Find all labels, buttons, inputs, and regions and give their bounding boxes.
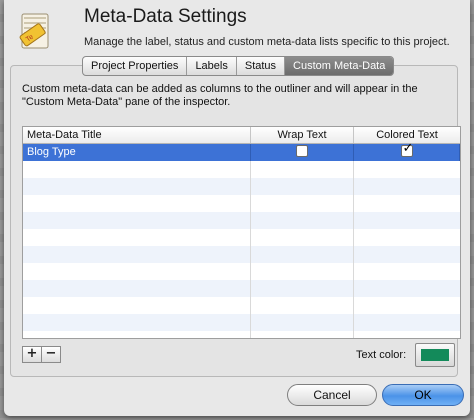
dialog-title: Meta-Data Settings <box>84 6 247 27</box>
table-cell-empty <box>354 212 460 229</box>
table-cell-empty <box>251 178 354 195</box>
table-cell-empty <box>23 246 251 263</box>
table-cell-empty <box>354 178 460 195</box>
table-row-empty <box>23 297 460 314</box>
remove-meta-data-button[interactable]: − <box>42 346 61 363</box>
table-cell-empty <box>251 195 354 212</box>
table-body: Blog Type ✓ <box>23 141 460 338</box>
meta-data-table: Meta-Data Title Wrap Text Colored Text B… <box>22 126 461 339</box>
tab-bar: Project Properties Labels Status Custom … <box>82 56 395 76</box>
table-cell-empty <box>251 229 354 246</box>
table-row-empty <box>23 331 460 338</box>
scrivener-app-icon: Te <box>19 13 49 49</box>
table-cell-empty <box>23 314 251 331</box>
table-cell-empty <box>354 280 460 297</box>
table-cell-empty <box>23 161 251 178</box>
tab-project-properties[interactable]: Project Properties <box>83 57 188 75</box>
table-header: Meta-Data Title Wrap Text Colored Text <box>23 127 460 144</box>
table-row-empty <box>23 178 460 195</box>
custom-meta-data-description: Custom meta-data can be added as columns… <box>22 83 418 108</box>
wrap-text-cell <box>251 144 354 161</box>
colored-text-cell: ✓ <box>354 141 460 161</box>
add-meta-data-button[interactable]: + <box>22 346 42 363</box>
table-cell-empty <box>251 161 354 178</box>
table-row-empty <box>23 195 460 212</box>
text-color-well[interactable] <box>415 343 455 367</box>
text-color-swatch <box>421 349 449 361</box>
table-row-empty <box>23 212 460 229</box>
table-row[interactable]: Blog Type ✓ <box>23 141 460 161</box>
table-cell-empty <box>354 297 460 314</box>
table-cell-empty <box>354 314 460 331</box>
tab-labels[interactable]: Labels <box>187 57 237 75</box>
text-color-label: Text color: <box>356 349 407 361</box>
table-cell-empty <box>251 297 354 314</box>
wrap-text-checkbox[interactable] <box>296 145 308 158</box>
table-cell-empty <box>23 229 251 246</box>
table-cell-empty <box>251 246 354 263</box>
table-cell-empty <box>251 263 354 280</box>
ok-button[interactable]: OK <box>382 384 464 406</box>
table-cell-empty <box>354 263 460 280</box>
checkmark-icon: ✓ <box>402 140 414 156</box>
table-cell-empty <box>251 314 354 331</box>
table-cell-empty <box>354 161 460 178</box>
meta-data-title-cell[interactable]: Blog Type <box>23 144 251 161</box>
table-cell-empty <box>23 263 251 280</box>
colored-text-checkbox[interactable]: ✓ <box>400 141 413 158</box>
table-cell-empty <box>23 280 251 297</box>
dialog-subtitle: Manage the label, status and custom meta… <box>84 36 450 48</box>
add-remove-controls: + − <box>22 346 61 363</box>
table-cell-empty <box>251 280 354 297</box>
column-header-meta-data-title[interactable]: Meta-Data Title <box>23 127 251 143</box>
table-row-empty <box>23 263 460 280</box>
table-row-empty <box>23 161 460 178</box>
table-cell-empty <box>354 331 460 338</box>
column-header-wrap-text[interactable]: Wrap Text <box>251 127 354 143</box>
cancel-button[interactable]: Cancel <box>287 384 377 406</box>
tab-status[interactable]: Status <box>237 57 286 75</box>
table-cell-empty <box>23 297 251 314</box>
table-cell-empty <box>23 212 251 229</box>
table-row-empty <box>23 229 460 246</box>
table-row-empty <box>23 280 460 297</box>
table-cell-empty <box>23 331 251 338</box>
table-cell-empty <box>354 229 460 246</box>
table-cell-empty <box>251 212 354 229</box>
table-row-empty <box>23 314 460 331</box>
table-cell-empty <box>23 195 251 212</box>
table-row-empty <box>23 246 460 263</box>
table-cell-empty <box>251 331 354 338</box>
tab-custom-meta-data[interactable]: Custom Meta-Data <box>285 57 394 75</box>
table-cell-empty <box>354 195 460 212</box>
table-cell-empty <box>23 178 251 195</box>
table-cell-empty <box>354 246 460 263</box>
